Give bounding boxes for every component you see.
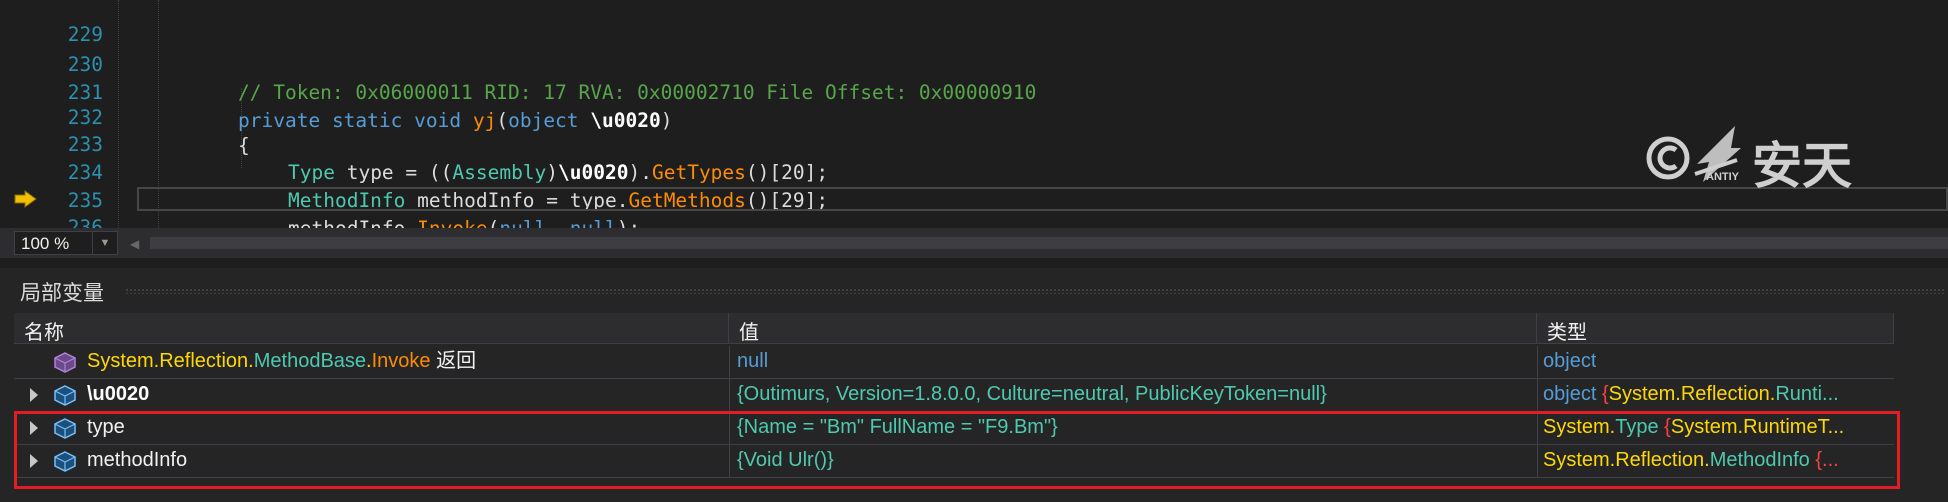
type-keyword: Type xyxy=(288,161,335,184)
token-comment: // Token: 0x06000011 RID: 17 RVA: 0x0000… xyxy=(238,81,1037,104)
type-namespace: System.Reflection. xyxy=(1608,383,1776,405)
code-text: ( xyxy=(488,217,500,228)
keyword-object: object xyxy=(508,109,579,132)
name-suffix: 返回 xyxy=(430,350,477,372)
code-text: ). xyxy=(628,161,652,184)
local-value: null xyxy=(737,350,769,372)
line-number: 232 xyxy=(67,106,103,129)
code-line: 232 { xyxy=(0,76,250,157)
code-text: ); xyxy=(617,217,640,228)
indent-guide xyxy=(118,0,119,228)
code-line: 230 // Token: 0x06000011 RID: 17 RVA: 0x… xyxy=(0,23,1037,104)
code-line: 229 xyxy=(0,0,103,46)
panel-title: 局部变量 xyxy=(20,282,104,305)
expand-arrow-icon[interactable] xyxy=(30,388,38,402)
code-text: methodInfo. xyxy=(288,217,417,228)
column-header-label: 名称 xyxy=(24,322,64,344)
column-divider xyxy=(1537,379,1538,411)
paren-close: ) xyxy=(660,109,673,132)
name-class: MethodBase xyxy=(253,350,367,372)
code-text: ) xyxy=(546,161,559,184)
line-number: 229 xyxy=(67,23,103,46)
chevron-down-icon[interactable]: ▼ xyxy=(92,232,117,254)
zoom-combo[interactable]: 100 % ▼ xyxy=(14,231,118,255)
method-call: GetTypes xyxy=(651,161,746,184)
red-highlight-box xyxy=(14,411,1900,489)
column-header-type[interactable]: 类型 xyxy=(1537,313,1894,344)
watermark-text: 安天 xyxy=(1752,137,1852,195)
line-number: 230 xyxy=(67,53,103,76)
code-text: , xyxy=(546,217,569,228)
local-value: {Outimurs, Version=1.8.0.0, Culture=neut… xyxy=(737,383,1327,405)
type-brace: { xyxy=(1601,383,1609,405)
name-method: Invoke xyxy=(371,350,431,372)
code-line: 234 MethodInfo methodInfo = type.GetMeth… xyxy=(0,131,828,212)
type-assembly: Assembly xyxy=(452,161,547,184)
line-number: 235 xyxy=(67,189,103,212)
keyword-static: static xyxy=(331,109,403,132)
local-type: object xyxy=(1543,350,1597,372)
code-editor[interactable]: 229 230 // Token: 0x06000011 RID: 17 RVA… xyxy=(0,0,1948,228)
method-return-icon xyxy=(54,352,76,373)
panel-drag-grip[interactable] xyxy=(125,288,1945,294)
keyword-null: null xyxy=(570,217,617,228)
code-text: type = (( xyxy=(334,161,453,184)
column-divider xyxy=(729,346,730,378)
brace-open: { xyxy=(238,134,250,157)
local-name: System.Reflection.MethodBase.Invoke 返回 xyxy=(87,346,476,377)
code-line: 235 methodInfo.Invoke(null, null); xyxy=(0,159,640,228)
method-name[interactable]: yj xyxy=(473,109,496,132)
column-divider xyxy=(1537,346,1538,378)
watermark-subtext: ANTIY xyxy=(1706,171,1739,183)
column-header-value[interactable]: 值 xyxy=(729,313,1537,344)
keyword-null: null xyxy=(499,217,546,228)
method-call: Invoke xyxy=(417,217,487,228)
column-header-label: 类型 xyxy=(1547,322,1587,344)
column-header-label: 值 xyxy=(739,322,759,344)
name-namespace: System.Reflection. xyxy=(87,350,254,372)
column-divider xyxy=(729,379,730,411)
code-line: 237 xyxy=(0,207,47,228)
keyword-private: private xyxy=(238,109,321,132)
column-header-name[interactable]: 名称 xyxy=(14,313,729,344)
local-type: object {System.Reflection.Runti... xyxy=(1543,379,1893,410)
table-row[interactable]: System.Reflection.MethodBase.Invoke 返回 n… xyxy=(14,346,1894,378)
horizontal-scrollbar[interactable] xyxy=(150,237,1948,249)
param-ref: \u0020 xyxy=(558,161,629,184)
type-class: Runti... xyxy=(1775,383,1839,405)
zoom-value: 100 % xyxy=(21,234,70,253)
paren-open: ( xyxy=(496,109,509,132)
param-name[interactable]: \u0020 xyxy=(590,109,660,132)
line-number: 231 xyxy=(67,81,103,104)
code-line: 233 Type type = ((Assembly)\u0020).GetTy… xyxy=(0,103,828,184)
line-number: 236 xyxy=(67,216,103,228)
local-name: \u0020 xyxy=(87,383,150,405)
table-row[interactable]: \u0020 {Outimurs, Version=1.8.0.0, Cultu… xyxy=(14,379,1894,411)
line-number: 233 xyxy=(67,133,103,156)
type-keyword: object xyxy=(1543,383,1602,405)
code-line: 231 private static void yj(object \u0020… xyxy=(0,51,673,132)
keyword-void: void xyxy=(414,109,462,132)
line-number: 234 xyxy=(67,161,103,184)
scroll-left-icon[interactable]: ◀ xyxy=(130,237,139,251)
local-variable-icon xyxy=(54,385,76,406)
code-text: ()[20]; xyxy=(745,161,829,184)
